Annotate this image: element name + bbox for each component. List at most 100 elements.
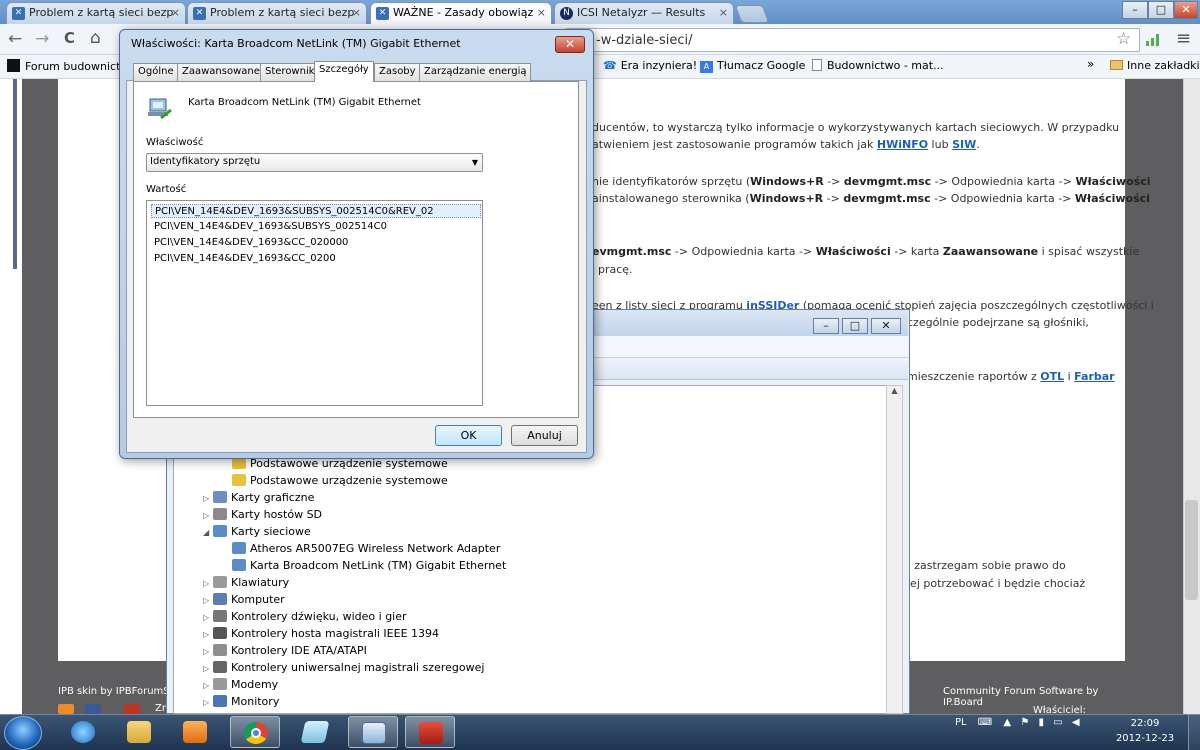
value-list-item[interactable]: PCI\VEN_14E4&DEV_1693&SUBSYS_002514C0&RE… bbox=[151, 204, 481, 218]
signal-extension-icon[interactable] bbox=[1146, 34, 1160, 46]
device-tree-item[interactable]: ▷ Modemy bbox=[203, 676, 278, 693]
post-link[interactable]: OTL bbox=[1040, 370, 1064, 383]
device-manager-icon[interactable] bbox=[348, 716, 398, 748]
post-link[interactable]: SIW bbox=[952, 138, 976, 151]
browser-minimize-button[interactable]: – bbox=[1122, 1, 1148, 19]
expand-arrow-icon[interactable]: ▷ bbox=[203, 660, 213, 677]
device-tree-item[interactable]: ▷ Klawiatury bbox=[203, 574, 289, 591]
device-tree-item[interactable]: Atheros AR5007EG Wireless Network Adapte… bbox=[232, 540, 500, 557]
dialog-close-button[interactable]: ✕ bbox=[555, 36, 585, 53]
post-bold-text: devmgmt.msc bbox=[843, 192, 931, 205]
tab-general[interactable]: Ogólne bbox=[133, 63, 179, 81]
device-tree-item[interactable]: ◢ Karty sieciowe bbox=[203, 523, 311, 540]
value-list-item[interactable]: PCI\VEN_14E4&DEV_1693&CC_0200 bbox=[151, 252, 481, 266]
expand-arrow-icon[interactable]: ▷ bbox=[203, 626, 213, 643]
address-bar[interactable]: -w-dziale-sieci/ bbox=[565, 28, 1140, 52]
bookmark-forum[interactable]: Forum budownictw bbox=[7, 59, 129, 73]
cancel-button[interactable]: Anuluj bbox=[511, 425, 578, 446]
tab-power-management[interactable]: Zarządzanie energią bbox=[419, 63, 532, 81]
show-desktop-button[interactable] bbox=[1188, 714, 1200, 750]
file-explorer-icon[interactable] bbox=[114, 716, 164, 748]
keyboard-icon[interactable]: ⌨ bbox=[978, 717, 992, 728]
browser-tab[interactable]: ✕ Problem z kartą sieci bezp × bbox=[6, 2, 186, 24]
tab-advanced[interactable]: Zaawansowane bbox=[177, 63, 265, 81]
clock[interactable]: 22:09 2012-12-23 bbox=[1115, 716, 1175, 746]
expand-arrow-icon[interactable]: ▷ bbox=[203, 592, 213, 609]
forward-icon[interactable]: → bbox=[35, 29, 49, 49]
other-bookmarks-folder[interactable]: Inne zakładki bbox=[1110, 59, 1200, 72]
device-tree-item[interactable]: ▷ Karty graficzne bbox=[203, 489, 314, 506]
browser-maximize-button[interactable]: □ bbox=[1148, 1, 1174, 19]
bookmark-era[interactable]: ☎ Era inzyniera! bbox=[603, 59, 697, 72]
tab-resources[interactable]: Zasoby bbox=[374, 63, 421, 81]
browser-close-button[interactable]: ✕ bbox=[1174, 1, 1198, 19]
device-tree-item[interactable]: ▷ Monitory bbox=[203, 693, 279, 710]
chrome-menu-icon[interactable]: ≡ bbox=[1176, 28, 1191, 49]
browser-tab[interactable]: N ICSI Netalyzr — Results × bbox=[554, 2, 734, 24]
device-tree-item[interactable]: Podstawowe urządzenie systemowe bbox=[232, 472, 448, 489]
show-hidden-icons-icon[interactable]: ▲ bbox=[1003, 717, 1011, 728]
post-link[interactable]: HWiNFO bbox=[877, 138, 928, 151]
page-scrollbar-thumb[interactable] bbox=[1185, 500, 1198, 600]
collapse-arrow-icon[interactable]: ◢ bbox=[203, 524, 213, 541]
tab-close-icon[interactable]: × bbox=[719, 6, 728, 19]
rss-icon[interactable] bbox=[58, 704, 74, 714]
battery-icon[interactable]: ▭ bbox=[1053, 717, 1062, 728]
expand-arrow-icon[interactable]: ▷ bbox=[203, 643, 213, 660]
expand-arrow-icon[interactable]: ▷ bbox=[203, 507, 213, 524]
tab-driver[interactable]: Sterownik bbox=[260, 63, 320, 81]
google-plus-icon[interactable] bbox=[124, 704, 140, 714]
devmgr-maximize-button[interactable]: □ bbox=[842, 318, 868, 334]
notepad-icon[interactable] bbox=[290, 716, 340, 748]
expand-arrow-icon[interactable]: ▷ bbox=[203, 694, 213, 711]
expand-arrow-icon[interactable]: ▷ bbox=[203, 575, 213, 592]
bookmarks-overflow-icon[interactable]: » bbox=[1087, 57, 1094, 71]
tab-details[interactable]: Szczegóły bbox=[314, 61, 374, 82]
media-player-icon[interactable] bbox=[170, 716, 220, 748]
property-dropdown[interactable]: Identyfikatory sprzętu ▼ bbox=[146, 153, 483, 172]
back-icon[interactable]: ← bbox=[8, 29, 22, 49]
devmgr-close-button[interactable]: ✕ bbox=[871, 318, 901, 334]
chrome-icon[interactable] bbox=[230, 716, 280, 748]
page-scrollbar[interactable] bbox=[1183, 79, 1200, 714]
expand-arrow-icon[interactable]: ▷ bbox=[203, 490, 213, 507]
bookmark-star-icon[interactable]: ☆ bbox=[1116, 29, 1131, 49]
browser-tab-active[interactable]: ✕ WAŻNE - Zasady obowiąz × bbox=[370, 2, 552, 24]
post-text-line: nie identyfikatorów sprzętu (Windows+R -… bbox=[592, 175, 1151, 188]
expand-arrow-icon[interactable]: ▷ bbox=[203, 677, 213, 694]
device-tree-item[interactable]: ▷ Kontrolery uniwersalnej magistrali szer… bbox=[203, 659, 484, 676]
post-text: -> karta bbox=[890, 245, 943, 258]
tab-close-icon[interactable]: × bbox=[352, 6, 361, 19]
flag-icon[interactable]: ⚑ bbox=[1020, 717, 1029, 728]
device-tree-item[interactable]: ▷ Kontrolery dźwięku, wideo i gier bbox=[203, 608, 407, 625]
device-tree-item[interactable]: ▷ Kontrolery IDE ATA/ATAPI bbox=[203, 642, 367, 659]
device-tree-item[interactable]: ▷ Kontrolery hosta magistrali IEEE 1394 bbox=[203, 625, 439, 642]
language-indicator[interactable]: PL bbox=[955, 717, 967, 728]
home-icon[interactable]: ⌂ bbox=[90, 28, 101, 48]
reload-icon[interactable]: C bbox=[64, 29, 75, 47]
device-tree-item[interactable]: ▷ Karty hostów SD bbox=[203, 506, 322, 523]
post-text: i bbox=[1064, 370, 1075, 383]
ok-button[interactable]: OK bbox=[435, 425, 502, 446]
value-list-item[interactable]: PCI\VEN_14E4&DEV_1693&SUBSYS_002514C0 bbox=[151, 220, 481, 234]
footer-skin-credit[interactable]: IPB skin by IPBForumSki bbox=[58, 686, 178, 697]
device-tree-scrollbar[interactable]: ▲ bbox=[886, 385, 903, 714]
netalyzr-favicon-icon: N bbox=[560, 7, 573, 20]
bookmark-translate[interactable]: A Tłumacz Google bbox=[700, 59, 805, 73]
value-list-item[interactable]: PCI\VEN_14E4&DEV_1693&CC_020000 bbox=[151, 236, 481, 250]
bookmark-budownictwo[interactable]: Budownictwo - mat... bbox=[812, 59, 944, 72]
internet-explorer-icon[interactable] bbox=[58, 716, 108, 748]
toolbox-icon[interactable] bbox=[405, 716, 455, 748]
volume-icon[interactable]: ◀ bbox=[1072, 717, 1080, 728]
browser-tab[interactable]: ✕ Problem z kartą sieci bezp × bbox=[187, 2, 367, 24]
device-tree-item[interactable]: ▷ Komputer bbox=[203, 591, 285, 608]
device-tree-item[interactable]: Karta Broadcom NetLink (TM) Gigabit Ethe… bbox=[232, 557, 506, 574]
network-icon[interactable]: ▮ bbox=[1038, 717, 1044, 728]
expand-arrow-icon[interactable]: ▷ bbox=[203, 609, 213, 626]
facebook-icon[interactable] bbox=[85, 704, 101, 714]
tab-close-icon[interactable]: × bbox=[171, 6, 180, 19]
devmgr-minimize-button[interactable]: – bbox=[813, 318, 839, 334]
tab-close-icon[interactable]: × bbox=[537, 6, 546, 19]
post-link[interactable]: Farbar bbox=[1074, 370, 1114, 383]
start-button[interactable] bbox=[4, 716, 42, 750]
